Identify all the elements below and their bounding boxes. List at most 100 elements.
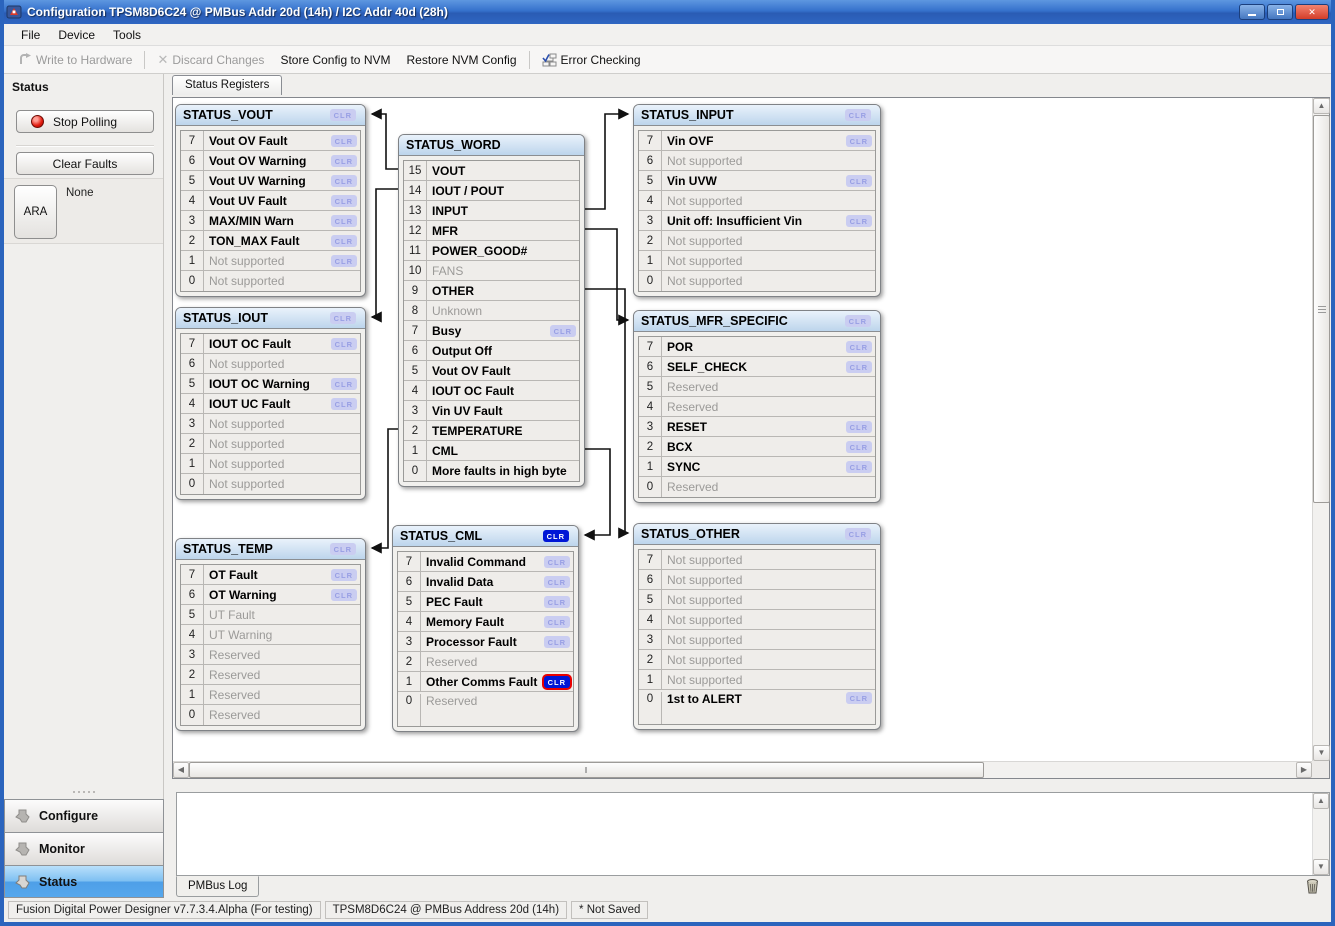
minimize-button[interactable] bbox=[1239, 4, 1265, 20]
clr-button[interactable]: CLR bbox=[331, 215, 357, 227]
store-config-to-nvm-button[interactable]: Store Config to NVM bbox=[272, 50, 398, 70]
clr-button[interactable]: CLR bbox=[846, 461, 872, 473]
maximize-button[interactable] bbox=[1267, 4, 1293, 20]
clr-button[interactable]: CLR bbox=[845, 109, 871, 121]
bit-label: Not supported bbox=[204, 254, 331, 268]
clr-button[interactable]: CLR bbox=[330, 109, 356, 121]
scroll-track[interactable] bbox=[984, 762, 1296, 778]
clr-button[interactable]: CLR bbox=[544, 676, 570, 688]
vertical-scroll-thumb[interactable] bbox=[1313, 115, 1330, 503]
clr-button[interactable]: CLR bbox=[846, 341, 872, 353]
trash-icon[interactable] bbox=[1304, 878, 1322, 896]
clr-button[interactable]: CLR bbox=[331, 135, 357, 147]
close-button[interactable]: ✕ bbox=[1295, 4, 1329, 20]
scrollbar-corner bbox=[1312, 761, 1329, 778]
clr-button[interactable]: CLR bbox=[331, 378, 357, 390]
clr-button[interactable]: CLR bbox=[845, 528, 871, 540]
menu-file[interactable]: File bbox=[12, 26, 49, 44]
bit-label: Not supported bbox=[662, 553, 875, 567]
clr-button[interactable]: CLR bbox=[846, 215, 872, 227]
bit-number: 4 bbox=[639, 191, 662, 210]
bit-label: IOUT OC Warning bbox=[204, 377, 331, 391]
nav-configure[interactable]: Configure bbox=[4, 799, 164, 832]
scroll-up-button[interactable]: ▲ bbox=[1313, 98, 1330, 114]
clr-button[interactable]: CLR bbox=[331, 235, 357, 247]
clr-button[interactable]: CLR bbox=[846, 175, 872, 187]
clr-button[interactable]: CLR bbox=[846, 692, 872, 704]
clr-button[interactable]: CLR bbox=[544, 596, 570, 608]
error-checking-button[interactable]: Error Checking bbox=[534, 50, 649, 70]
register-bit-row: 1Not supported bbox=[181, 454, 360, 474]
scroll-left-button[interactable]: ◀ bbox=[173, 762, 189, 778]
clr-button[interactable]: CLR bbox=[331, 569, 357, 581]
discard-changes-button[interactable]: ✕ Discard Changes bbox=[149, 49, 272, 71]
clr-button[interactable]: CLR bbox=[544, 576, 570, 588]
clr-button[interactable]: CLR bbox=[846, 361, 872, 373]
clr-button[interactable]: CLR bbox=[846, 135, 872, 147]
menu-tools[interactable]: Tools bbox=[104, 26, 150, 44]
clr-button[interactable]: CLR bbox=[543, 530, 569, 542]
register-bit-row: 2TON_MAX FaultCLR bbox=[181, 231, 360, 251]
clr-button[interactable]: CLR bbox=[544, 616, 570, 628]
register-header: STATUS_WORD bbox=[399, 135, 584, 156]
clr-button[interactable]: CLR bbox=[331, 175, 357, 187]
nav-status[interactable]: Status bbox=[4, 865, 164, 898]
vertical-scrollbar[interactable]: ▲ ▼ bbox=[1312, 98, 1329, 761]
clear-faults-button[interactable]: Clear Faults bbox=[16, 152, 154, 175]
bit-label: Not supported bbox=[662, 254, 875, 268]
tab-status-registers[interactable]: Status Registers bbox=[172, 75, 282, 95]
discard-changes-icon: ✕ bbox=[157, 52, 168, 68]
nav-monitor[interactable]: Monitor bbox=[4, 832, 164, 865]
clr-button[interactable]: CLR bbox=[544, 636, 570, 648]
bit-label: TEMPERATURE bbox=[427, 424, 579, 438]
register-bit-row: 2Reserved bbox=[398, 652, 573, 672]
clr-button[interactable]: CLR bbox=[331, 589, 357, 601]
pmbus-log-panel: ▲ ▼ bbox=[176, 792, 1330, 876]
register-bit-row: 1Not supportedCLR bbox=[181, 251, 360, 271]
tab-pmbus-log[interactable]: PMBus Log bbox=[176, 876, 259, 897]
log-scroll-up-button[interactable]: ▲ bbox=[1313, 793, 1329, 809]
clr-button[interactable]: CLR bbox=[331, 255, 357, 267]
ara-status-value: None bbox=[66, 187, 94, 199]
splitter-handle[interactable] bbox=[4, 788, 163, 796]
bit-number: 3 bbox=[404, 401, 427, 420]
ara-button[interactable]: ARA bbox=[14, 185, 57, 239]
register-title: STATUS_WORD bbox=[406, 138, 501, 152]
bit-label: Reserved bbox=[204, 688, 360, 702]
restore-nvm-config-button[interactable]: Restore NVM Config bbox=[398, 50, 524, 70]
clr-button[interactable]: CLR bbox=[845, 315, 871, 327]
clr-button[interactable]: CLR bbox=[331, 155, 357, 167]
stop-polling-button[interactable]: Stop Polling bbox=[16, 110, 154, 133]
bit-label: Unit off: Insufficient Vin bbox=[662, 214, 846, 228]
bit-label: IOUT OC Fault bbox=[204, 337, 331, 351]
clr-button[interactable]: CLR bbox=[330, 543, 356, 555]
clr-button[interactable]: CLR bbox=[544, 556, 570, 568]
scroll-right-button[interactable]: ▶ bbox=[1296, 762, 1312, 778]
bit-number: 6 bbox=[404, 341, 427, 360]
clr-button[interactable]: CLR bbox=[550, 325, 576, 337]
clr-button[interactable]: CLR bbox=[331, 195, 357, 207]
horizontal-scroll-thumb[interactable]: ‖ bbox=[189, 762, 984, 778]
clr-button[interactable]: CLR bbox=[331, 398, 357, 410]
register-bit-row: 3Processor FaultCLR bbox=[398, 632, 573, 652]
menu-device[interactable]: Device bbox=[49, 26, 104, 44]
clr-button[interactable]: CLR bbox=[846, 441, 872, 453]
register-bit-row: 2BCXCLR bbox=[639, 437, 875, 457]
scroll-down-button[interactable]: ▼ bbox=[1313, 745, 1330, 761]
register-status-iout: STATUS_IOUTCLR7IOUT OC FaultCLR6Not supp… bbox=[175, 307, 366, 500]
bit-label: SYNC bbox=[662, 460, 846, 474]
log-scroll-down-button[interactable]: ▼ bbox=[1313, 859, 1329, 875]
bit-label: IOUT UC Fault bbox=[204, 397, 331, 411]
clr-button[interactable]: CLR bbox=[846, 421, 872, 433]
bit-label: SELF_CHECK bbox=[662, 360, 846, 374]
log-vertical-scrollbar[interactable]: ▲ ▼ bbox=[1312, 793, 1329, 875]
bit-label: Reserved bbox=[421, 655, 573, 669]
bit-label: Vout UV Warning bbox=[204, 174, 331, 188]
bit-label: Invalid Data bbox=[421, 575, 544, 589]
scroll-grip bbox=[1318, 306, 1326, 313]
clr-button[interactable]: CLR bbox=[331, 338, 357, 350]
horizontal-scrollbar[interactable]: ◀ ‖ ▶ bbox=[173, 761, 1312, 778]
register-status-vout: STATUS_VOUTCLR7Vout OV FaultCLR6Vout OV … bbox=[175, 104, 366, 297]
clr-button[interactable]: CLR bbox=[330, 312, 356, 324]
write-to-hardware-button[interactable]: Write to Hardware bbox=[10, 50, 140, 70]
